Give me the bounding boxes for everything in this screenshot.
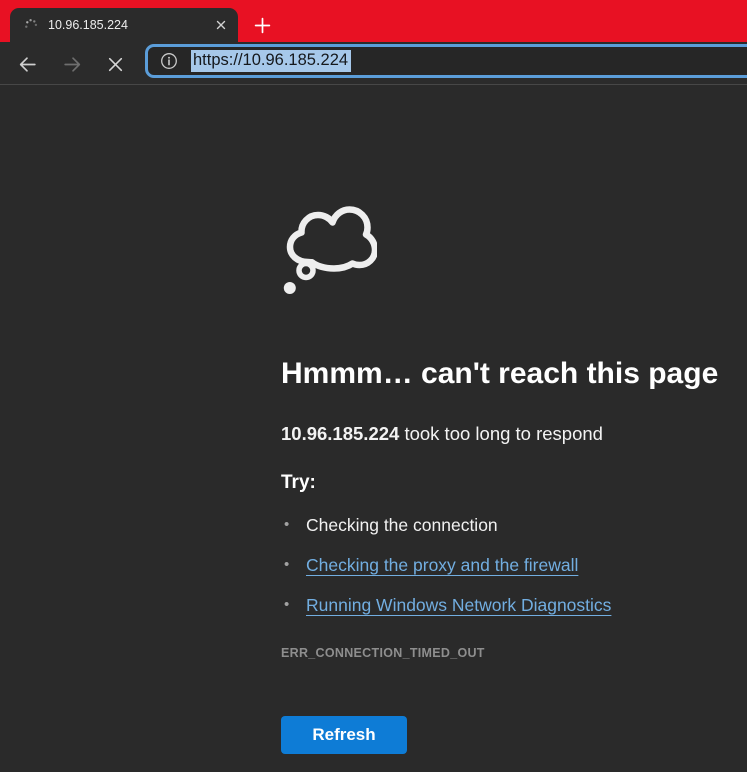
- address-input[interactable]: https://10.96.185.224: [191, 50, 351, 72]
- new-tab-button[interactable]: [251, 14, 273, 36]
- loading-spinner-icon: [23, 17, 39, 33]
- error-subtitle-text: took too long to respond: [399, 423, 603, 444]
- suggestion-text: Checking the connection: [306, 515, 498, 535]
- try-label: Try:: [281, 471, 727, 494]
- forward-arrow-icon: [62, 54, 83, 75]
- error-title: Hmmm… can't reach this page: [281, 356, 727, 392]
- error-host: 10.96.185.224: [281, 423, 399, 444]
- error-code: ERR_CONNECTION_TIMED_OUT: [281, 646, 727, 660]
- back-button[interactable]: [14, 51, 40, 77]
- forward-button[interactable]: [59, 51, 85, 77]
- refresh-button[interactable]: Refresh: [281, 716, 407, 754]
- browser-tab[interactable]: 10.96.185.224: [10, 8, 238, 42]
- address-bar[interactable]: https://10.96.185.224: [145, 44, 747, 78]
- navigation-toolbar: https://10.96.185.224: [0, 42, 747, 85]
- thought-bubble-icon: [281, 204, 377, 296]
- suggestion-item: Checking the proxy and the firewall: [281, 555, 727, 575]
- error-subtitle: 10.96.185.224 took too long to respond: [281, 423, 727, 445]
- suggestion-item: Running Windows Network Diagnostics: [281, 595, 727, 615]
- suggestion-list: Checking the connection Checking the pro…: [281, 515, 727, 615]
- stop-button[interactable]: [102, 51, 128, 77]
- back-arrow-icon: [17, 54, 38, 75]
- tab-title: 10.96.185.224: [48, 18, 212, 32]
- tab-strip: 10.96.185.224: [0, 0, 747, 42]
- stop-x-icon: [106, 55, 125, 74]
- error-page: Hmmm… can't reach this page 10.96.185.22…: [0, 85, 747, 771]
- network-diagnostics-link[interactable]: Running Windows Network Diagnostics: [306, 595, 611, 615]
- proxy-firewall-link[interactable]: Checking the proxy and the firewall: [306, 555, 578, 575]
- plus-icon: [254, 17, 271, 34]
- site-info-icon[interactable]: [160, 52, 178, 70]
- tab-close-icon[interactable]: [212, 16, 230, 34]
- suggestion-item: Checking the connection: [281, 515, 727, 535]
